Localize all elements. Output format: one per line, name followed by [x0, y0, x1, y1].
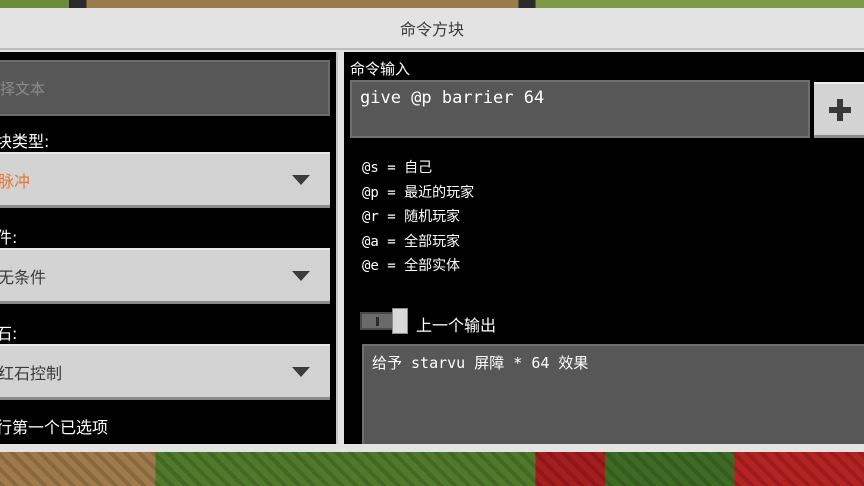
hover-text-placeholder: 择文本	[0, 79, 46, 98]
execute-first-tick-label: 行第一个已选项	[0, 418, 109, 437]
hover-text-input[interactable]: 择文本	[0, 60, 330, 116]
selector-row: @e = 全部实体	[362, 258, 461, 274]
selector-row: @p = 最近的玩家	[362, 184, 475, 201]
expand-command-button[interactable]	[814, 82, 864, 138]
selector-row: @a = 全部玩家	[362, 233, 461, 250]
selector-help-list: @s = 自己 @p = 最近的玩家 @r = 随机玩家 @a = 全部玩家 @…	[362, 156, 474, 279]
previous-output-box: 给予 starvu 屏障 * 64 效果	[362, 344, 864, 444]
game-world-background-bottom	[0, 452, 864, 486]
dropdown-arrow-icon	[292, 174, 310, 185]
block-type-dropdown[interactable]: 脉冲	[0, 152, 330, 208]
selector-row: @s = 自己	[362, 160, 433, 176]
dropdown-arrow-icon	[292, 366, 310, 377]
previous-output-label: 上一个输出	[416, 316, 497, 335]
dropdown-arrow-icon	[292, 270, 310, 281]
command-input[interactable]: give @p barrier 64	[350, 80, 810, 138]
left-settings-panel: 择文本 块类型: 脉冲 件: 无条件 石: 红石控制 行第一个已选项	[0, 52, 338, 444]
right-command-panel: 命令输入 give @p barrier 64 @s = 自己 @p = 最近的…	[344, 52, 864, 444]
condition-label: 件:	[0, 228, 18, 247]
condition-value: 无条件	[0, 267, 47, 287]
redstone-value: 红石控制	[0, 363, 63, 383]
game-world-background-top	[0, 0, 864, 8]
toggle-knob	[392, 308, 408, 334]
previous-output-toggle[interactable]	[360, 308, 408, 334]
selector-row: @r = 随机玩家	[362, 209, 461, 225]
redstone-label: 石:	[0, 324, 18, 343]
block-type-value: 脉冲	[0, 171, 31, 191]
command-block-window: 命令方块 择文本 块类型: 脉冲 件: 无条件 石: 红石控制 行第一个已选项 …	[0, 8, 864, 452]
condition-dropdown[interactable]: 无条件	[0, 248, 330, 304]
toggle-off-mark-icon	[376, 317, 379, 326]
command-input-label: 命令输入	[350, 60, 411, 78]
window-title: 命令方块	[0, 8, 864, 50]
block-type-label: 块类型:	[0, 132, 50, 151]
redstone-dropdown[interactable]: 红石控制	[0, 344, 330, 400]
plus-icon	[829, 98, 851, 121]
